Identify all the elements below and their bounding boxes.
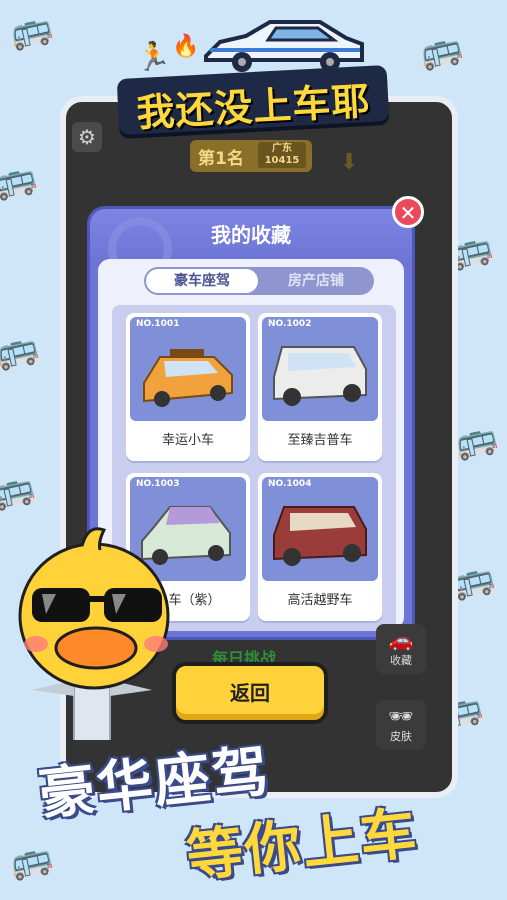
- tab-luxury-cars[interactable]: 豪车座驾: [146, 269, 258, 293]
- bus-icon: 🚌: [451, 416, 502, 464]
- rank-label: 第1名: [198, 149, 244, 169]
- skin-label: 皮肤: [390, 730, 412, 743]
- tab-bar: 豪车座驾 房产店铺: [144, 267, 374, 295]
- rank-detail: 广东 10415: [258, 142, 306, 168]
- rank-badge: 第1名 广东 10415: [190, 140, 312, 172]
- rank-score: 10415: [264, 155, 300, 166]
- car-name: 幸运小车: [161, 433, 214, 448]
- bus-icon: 🚌: [6, 6, 57, 54]
- arrow-down-icon: ⬇: [340, 150, 359, 175]
- car-image: NO.1001: [130, 317, 246, 421]
- collection-card[interactable]: NO.1001 幸运小车: [126, 313, 250, 461]
- tab-property-shops[interactable]: 房产店铺: [260, 267, 372, 295]
- bus-icon: 🚌: [0, 326, 43, 374]
- orange-car-icon: [143, 349, 233, 407]
- bus-icon: 🚌: [0, 156, 41, 204]
- jeep-icon: [273, 346, 367, 406]
- settings-gear-icon[interactable]: ⚙: [72, 122, 102, 152]
- car-number: NO.1003: [136, 479, 180, 489]
- modal-title: 我的收藏: [211, 223, 291, 247]
- car-name: 至臻吉普车: [287, 433, 353, 448]
- bus-icon: 🚌: [6, 836, 57, 884]
- collection-card[interactable]: NO.1002 至臻吉普车: [258, 313, 382, 461]
- collection-label: 收藏: [390, 654, 412, 667]
- suv-icon: [273, 506, 367, 566]
- skin-button[interactable]: 🕶 皮肤: [376, 700, 426, 750]
- running-man-icon: 🏃: [136, 40, 171, 73]
- bus-icon: 🚌: [416, 26, 467, 74]
- collection-card[interactable]: NO.1004 高活越野车: [258, 473, 382, 621]
- car-image: NO.1002: [262, 317, 378, 421]
- back-button[interactable]: 返回: [172, 662, 328, 724]
- car-name: 高活越野车: [287, 593, 353, 608]
- rank-region: 广东: [272, 143, 292, 154]
- car-number: NO.1001: [136, 319, 180, 329]
- car-number: NO.1002: [268, 319, 312, 329]
- car-icon: 🚗: [388, 628, 414, 652]
- bus-icon: 🚌: [0, 466, 39, 514]
- car-number: NO.1004: [268, 479, 312, 489]
- sunglasses-icon: 🕶: [388, 704, 414, 728]
- collection-button[interactable]: 🚗 收藏: [376, 624, 426, 674]
- duck-mascot: [18, 527, 170, 740]
- close-button[interactable]: ✕: [392, 196, 424, 228]
- flame-icon: 🔥: [172, 34, 200, 59]
- car-image: NO.1004: [262, 477, 378, 581]
